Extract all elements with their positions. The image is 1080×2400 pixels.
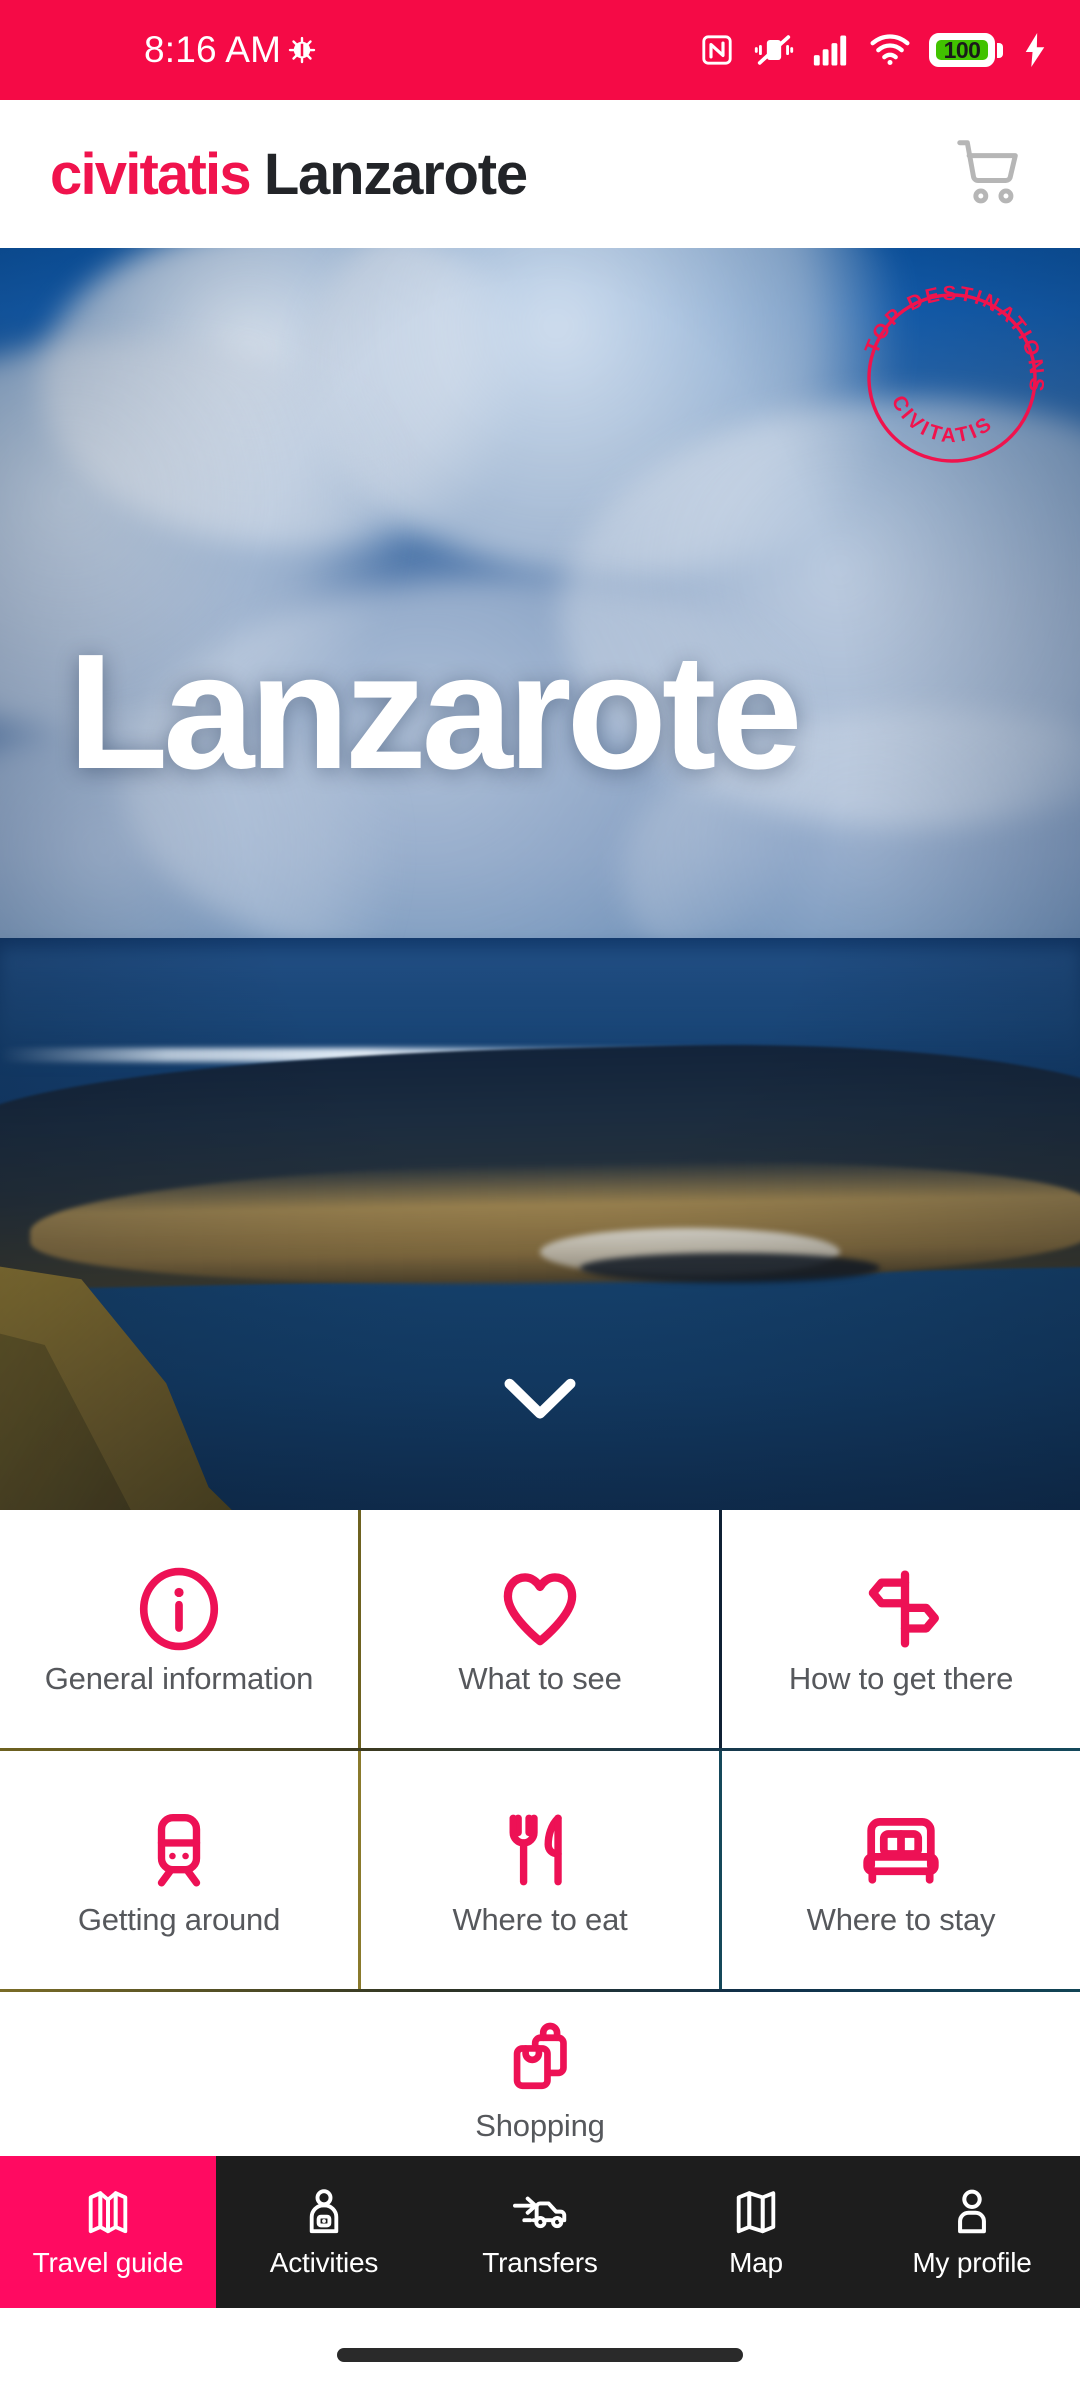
person-icon	[947, 2185, 997, 2239]
hero-banner: Lanzarote TOP DESTINATIONS CIVITATIS	[0, 248, 1080, 1510]
nav-item-transfers[interactable]: Transfers	[432, 2156, 648, 2308]
battery-percent-label: 100	[943, 36, 981, 63]
battery-icon: 100	[929, 33, 1003, 67]
menu-row-1: General information What to see How to g…	[0, 1510, 1080, 1748]
shopping-cart-icon	[951, 134, 1027, 215]
menu-tile-label: Where to eat	[452, 1901, 628, 1937]
charging-bolt-icon	[1022, 33, 1048, 67]
menu-tile-label: What to see	[458, 1660, 622, 1696]
status-bar: 8:16 AM 100	[0, 0, 1080, 100]
travel-guide-menu-grid: General information What to see How to g…	[0, 1510, 1080, 2162]
battery-body: 100	[929, 33, 995, 67]
menu-tile-label: Where to stay	[806, 1901, 996, 1937]
nav-item-map[interactable]: Map	[648, 2156, 864, 2308]
cutlery-icon	[499, 1802, 581, 1898]
shopping-bags-icon	[500, 2010, 580, 2106]
menu-tile-label: Getting around	[77, 1901, 281, 1937]
nfc-icon	[699, 32, 735, 68]
menu-tile-general-information[interactable]: General information	[0, 1510, 358, 1748]
battery-terminal	[997, 42, 1003, 58]
menu-tile-label: General information	[44, 1660, 314, 1696]
nav-item-label: My profile	[912, 2247, 1032, 2278]
app-bar: civitatis Lanzarote	[0, 100, 1080, 248]
brand-lockup[interactable]: civitatis Lanzarote	[50, 141, 528, 208]
brand-civitatis-label: civitatis	[50, 141, 252, 207]
top-destinations-badge: TOP DESTINATIONS CIVITATIS	[852, 261, 1069, 478]
nav-item-label: Map	[729, 2247, 783, 2278]
menu-row-3: Shopping	[0, 1992, 1080, 2162]
vibrate-off-icon	[754, 32, 794, 68]
menu-tile-label: How to get there	[788, 1660, 1014, 1696]
menu-tile-where-to-eat[interactable]: Where to eat	[361, 1751, 719, 1989]
svg-text:TOP DESTINATIONS: TOP DESTINATIONS	[860, 278, 1052, 398]
bug-icon	[287, 35, 317, 65]
person-activity-icon	[299, 2185, 349, 2239]
nav-item-label: Activities	[269, 2247, 379, 2278]
info-circle-icon	[133, 1561, 225, 1657]
bed-icon	[858, 1802, 944, 1898]
nav-item-travel-guide[interactable]: Travel guide	[0, 2156, 216, 2308]
svg-text:CIVITATIS: CIVITATIS	[880, 388, 1002, 459]
app-root: 8:16 AM 100 civitatis Lanzarote Lanzarot…	[0, 0, 1080, 2400]
destination-title: Lanzarote	[263, 141, 528, 207]
nav-item-label: Transfers	[482, 2247, 598, 2278]
status-bar-left: 8:16 AM	[144, 29, 317, 71]
menu-tile-what-to-see[interactable]: What to see	[361, 1510, 719, 1748]
transfer-car-icon	[512, 2185, 568, 2239]
nav-item-my-profile[interactable]: My profile	[864, 2156, 1080, 2308]
menu-tile-label: Shopping	[475, 2107, 605, 2143]
badge-bottom-text: CIVITATIS	[880, 388, 1002, 459]
menu-row-2: Getting around Where to eat Where to sta…	[0, 1751, 1080, 1989]
map-icon	[731, 2185, 781, 2239]
heart-icon	[497, 1561, 583, 1657]
shopping-cart-button[interactable]	[946, 131, 1032, 217]
menu-tile-getting-around[interactable]: Getting around	[0, 1751, 358, 1989]
home-gesture-bar[interactable]	[337, 2348, 743, 2362]
badge-top-text: TOP DESTINATIONS	[860, 261, 1069, 398]
menu-tile-shopping[interactable]: Shopping	[0, 1992, 1080, 2162]
signal-bars-icon	[813, 34, 851, 66]
bottom-navigation-bar: Travel guide Activities Transfers Map My…	[0, 2156, 1080, 2308]
folded-map-icon	[83, 2185, 133, 2239]
wifi-icon	[870, 34, 910, 66]
train-icon	[138, 1802, 220, 1898]
nav-item-label: Travel guide	[32, 2247, 184, 2278]
menu-tile-how-to-get-there[interactable]: How to get there	[722, 1510, 1080, 1748]
nav-item-activities[interactable]: Activities	[216, 2156, 432, 2308]
status-bar-right: 100	[699, 32, 1048, 68]
hero-title: Lanzarote	[68, 620, 803, 803]
status-bar-clock: 8:16 AM	[144, 29, 282, 70]
signpost-icon	[858, 1561, 944, 1657]
scroll-down-button[interactable]	[503, 1376, 577, 1427]
menu-tile-where-to-stay[interactable]: Where to stay	[722, 1751, 1080, 1989]
chevron-down-icon	[503, 1378, 577, 1426]
